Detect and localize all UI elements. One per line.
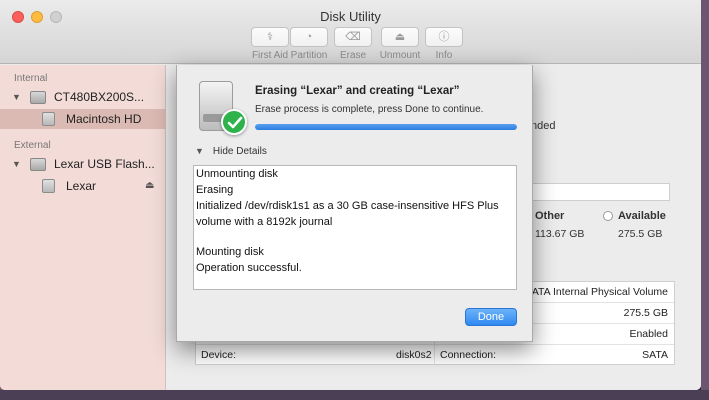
- sidebar-item-macintosh-hd[interactable]: Macintosh HD: [0, 109, 166, 129]
- disk-utility-window: Disk Utility ⚕ First Aid ◔ Partition ⌫ E…: [0, 0, 701, 390]
- title-bar: Disk Utility ⚕ First Aid ◔ Partition ⌫ E…: [0, 0, 701, 64]
- progress-bar-fill: [255, 124, 517, 130]
- stethoscope-icon: ⚕: [251, 27, 289, 47]
- usb-disk-icon: [30, 158, 46, 171]
- desktop-background: [701, 0, 709, 400]
- sheet-title: Erasing “Lexar” and creating “Lexar”: [255, 85, 460, 97]
- legend-other-label: Other: [535, 210, 565, 222]
- legend-available-label: Available: [618, 210, 666, 222]
- erase-sheet-dialog: Erasing “Lexar” and creating “Lexar” Era…: [176, 65, 533, 342]
- partition-label: Partition: [290, 50, 328, 61]
- disclosure-triangle-icon[interactable]: ▼: [12, 154, 21, 174]
- connection-label: Connection:: [440, 349, 497, 361]
- volume-icon: [42, 179, 55, 193]
- window-title: Disk Utility: [320, 9, 381, 24]
- sidebar-item-internal-disk[interactable]: ▼ CT480BX200S...: [0, 87, 166, 107]
- desktop-background-bottom: [0, 390, 709, 400]
- volume-icon: [42, 112, 55, 126]
- log-line: Erasing: [196, 184, 234, 196]
- hide-details-label: Hide Details: [212, 146, 267, 157]
- table-row: Device: disk0s2 Connection: SATA: [196, 344, 674, 364]
- unmount-label: Unmount: [379, 50, 421, 61]
- usage-bar: [517, 183, 670, 201]
- erase-icon: ⌫: [334, 27, 372, 47]
- legend-available-dot: [603, 211, 613, 221]
- eject-icon[interactable]: ⏏: [145, 176, 154, 196]
- sidebar-item-label: Lexar USB Flash...: [54, 157, 155, 171]
- sidebar: Internal ▼ CT480BX200S... Macintosh HD E…: [0, 65, 166, 390]
- log-line: Unmounting disk: [196, 168, 278, 180]
- hard-disk-icon: [30, 91, 46, 104]
- sidebar-item-label: CT480BX200S...: [54, 90, 145, 104]
- disclosure-triangle-icon: ▼: [195, 146, 204, 156]
- unmount-button[interactable]: ⏏ Unmount: [378, 27, 422, 62]
- info-value: 275.5 GB: [623, 307, 668, 319]
- sidebar-item-lexar-usb-disk[interactable]: ▼ Lexar USB Flash...: [0, 154, 166, 174]
- sidebar-header-internal: Internal: [14, 73, 48, 84]
- hide-details-toggle[interactable]: ▼ Hide Details: [195, 146, 267, 157]
- done-button[interactable]: Done: [465, 308, 517, 326]
- log-line: Mounting disk: [196, 246, 264, 258]
- checkmark-success-icon: [221, 109, 247, 135]
- info-label: Info: [435, 50, 453, 61]
- log-line: Initialized /dev/rdisk1s1 as a 30 GB cas…: [196, 200, 499, 212]
- info-button[interactable]: ⓘ Info: [425, 27, 463, 62]
- connection-value: SATA: [642, 349, 668, 361]
- sheet-subtitle: Erase process is complete, press Done to…: [255, 104, 484, 115]
- sidebar-item-label: Lexar: [66, 179, 97, 193]
- erase-button[interactable]: ⌫ Erase: [334, 27, 372, 62]
- log-line: Operation successful.: [196, 262, 302, 274]
- info-value: Enabled: [629, 328, 668, 340]
- partition-button[interactable]: ◔ Partition: [286, 27, 332, 62]
- disclosure-triangle-icon[interactable]: ▼: [12, 87, 21, 107]
- legend-available-value: 275.5 GB: [618, 228, 663, 240]
- device-label: Device:: [201, 349, 237, 361]
- legend-other-value: 113.67 GB: [535, 228, 585, 240]
- device-value: disk0s2: [396, 349, 432, 361]
- sidebar-item-lexar-volume[interactable]: Lexar ⏏: [0, 176, 166, 196]
- info-value: SATA Internal Physical Volume: [524, 286, 668, 298]
- info-icon: ⓘ: [425, 27, 463, 47]
- unmount-icon: ⏏: [381, 27, 419, 47]
- partition-icon: ◔: [290, 27, 328, 47]
- erase-label: Erase: [339, 50, 367, 61]
- volume-status-partial: nded: [531, 120, 556, 132]
- sidebar-item-label: Macintosh HD: [66, 112, 142, 126]
- progress-bar: [255, 124, 517, 130]
- log-line: volume with a 8192k journal: [196, 216, 333, 228]
- details-log[interactable]: Unmounting disk Erasing Initialized /dev…: [193, 165, 517, 290]
- sidebar-header-external: External: [14, 140, 51, 151]
